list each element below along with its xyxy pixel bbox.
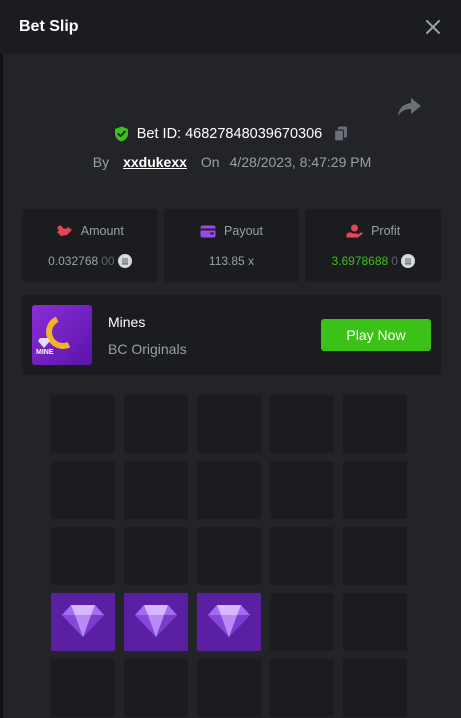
mines-tile bbox=[343, 659, 407, 717]
mines-tile bbox=[124, 659, 188, 717]
game-name: Mines bbox=[108, 314, 146, 330]
share-button[interactable] bbox=[397, 95, 423, 119]
on-label: On bbox=[200, 154, 220, 170]
mines-tile bbox=[124, 527, 188, 585]
payout-label: Payout bbox=[224, 224, 263, 238]
mines-tile bbox=[343, 461, 407, 519]
thumbnail-label: MINE bbox=[36, 349, 54, 356]
profit-label: Profit bbox=[371, 224, 401, 238]
payout-card: Payout 113.85 x bbox=[163, 209, 300, 282]
mines-tile bbox=[51, 395, 115, 453]
mines-tile-gem bbox=[124, 593, 188, 651]
gem-icon bbox=[207, 601, 251, 644]
bet-id: Bet ID: 46827848039670306 bbox=[136, 126, 323, 142]
bet-id-row: Bet ID: 46827848039670306 bbox=[3, 126, 461, 142]
amount-value: 0.032768 bbox=[48, 254, 99, 268]
by-label: By bbox=[92, 154, 110, 170]
amount-value-trailing: 00 bbox=[101, 254, 115, 268]
mines-tile bbox=[197, 527, 261, 585]
game-thumbnail[interactable]: MINE bbox=[32, 305, 92, 365]
gem-icon bbox=[134, 601, 178, 644]
bet-slip-header: Bet Slip bbox=[0, 0, 461, 54]
bet-meta-row: By xxdukexx On 4/28/2023, 8:47:29 PM bbox=[3, 154, 461, 170]
mines-tile-gem bbox=[51, 593, 115, 651]
mines-tile bbox=[51, 527, 115, 585]
mines-tile bbox=[124, 395, 188, 453]
amount-card: Amount 0.032768 00 bbox=[22, 209, 158, 282]
mines-tile bbox=[270, 461, 334, 519]
bet-stats: Amount 0.032768 00 Payout 113.85 x Profi… bbox=[22, 209, 442, 282]
profit-value-trailing: 0 bbox=[391, 254, 398, 268]
mines-tile bbox=[270, 527, 334, 585]
share-icon bbox=[398, 98, 421, 116]
mines-tile bbox=[51, 461, 115, 519]
mines-tile bbox=[197, 659, 261, 717]
copy-button[interactable] bbox=[334, 126, 350, 142]
username-link[interactable]: xxdukexx bbox=[123, 154, 187, 170]
mines-tile bbox=[51, 659, 115, 717]
bet-slip-body: Bet ID: 46827848039670306 By xxdukexx On… bbox=[3, 54, 461, 718]
game-card: MINE Mines BC Originals Play Now bbox=[22, 295, 441, 375]
close-button[interactable] bbox=[423, 17, 443, 37]
amount-icon bbox=[56, 225, 72, 236]
mines-tile bbox=[124, 461, 188, 519]
mines-tile-gem bbox=[197, 593, 261, 651]
mines-tile bbox=[270, 593, 334, 651]
amount-label: Amount bbox=[80, 224, 124, 238]
mines-tile bbox=[270, 395, 334, 453]
mines-tile bbox=[343, 527, 407, 585]
gem-icon bbox=[38, 338, 50, 348]
wallet-icon bbox=[200, 225, 216, 237]
mines-tile bbox=[270, 659, 334, 717]
copy-icon bbox=[334, 126, 348, 142]
gem-icon bbox=[61, 601, 105, 644]
header-title: Bet Slip bbox=[19, 18, 79, 35]
profit-card: Profit 3.6978688 0 bbox=[305, 209, 442, 282]
payout-value: 113.85 x bbox=[208, 254, 255, 268]
profit-value: 3.6978688 bbox=[331, 254, 389, 268]
game-provider: BC Originals bbox=[108, 341, 187, 357]
coin-icon bbox=[400, 254, 415, 268]
play-now-button[interactable]: Play Now bbox=[321, 319, 431, 351]
bet-datetime: 4/28/2023, 8:47:29 PM bbox=[229, 154, 372, 170]
profit-icon bbox=[346, 224, 363, 238]
coin-icon bbox=[117, 254, 132, 268]
mines-tile bbox=[197, 461, 261, 519]
mines-tile bbox=[343, 593, 407, 651]
mines-tile bbox=[343, 395, 407, 453]
mines-grid bbox=[51, 395, 409, 717]
shield-check-icon bbox=[114, 126, 128, 142]
mines-tile bbox=[197, 395, 261, 453]
close-icon bbox=[426, 20, 440, 34]
